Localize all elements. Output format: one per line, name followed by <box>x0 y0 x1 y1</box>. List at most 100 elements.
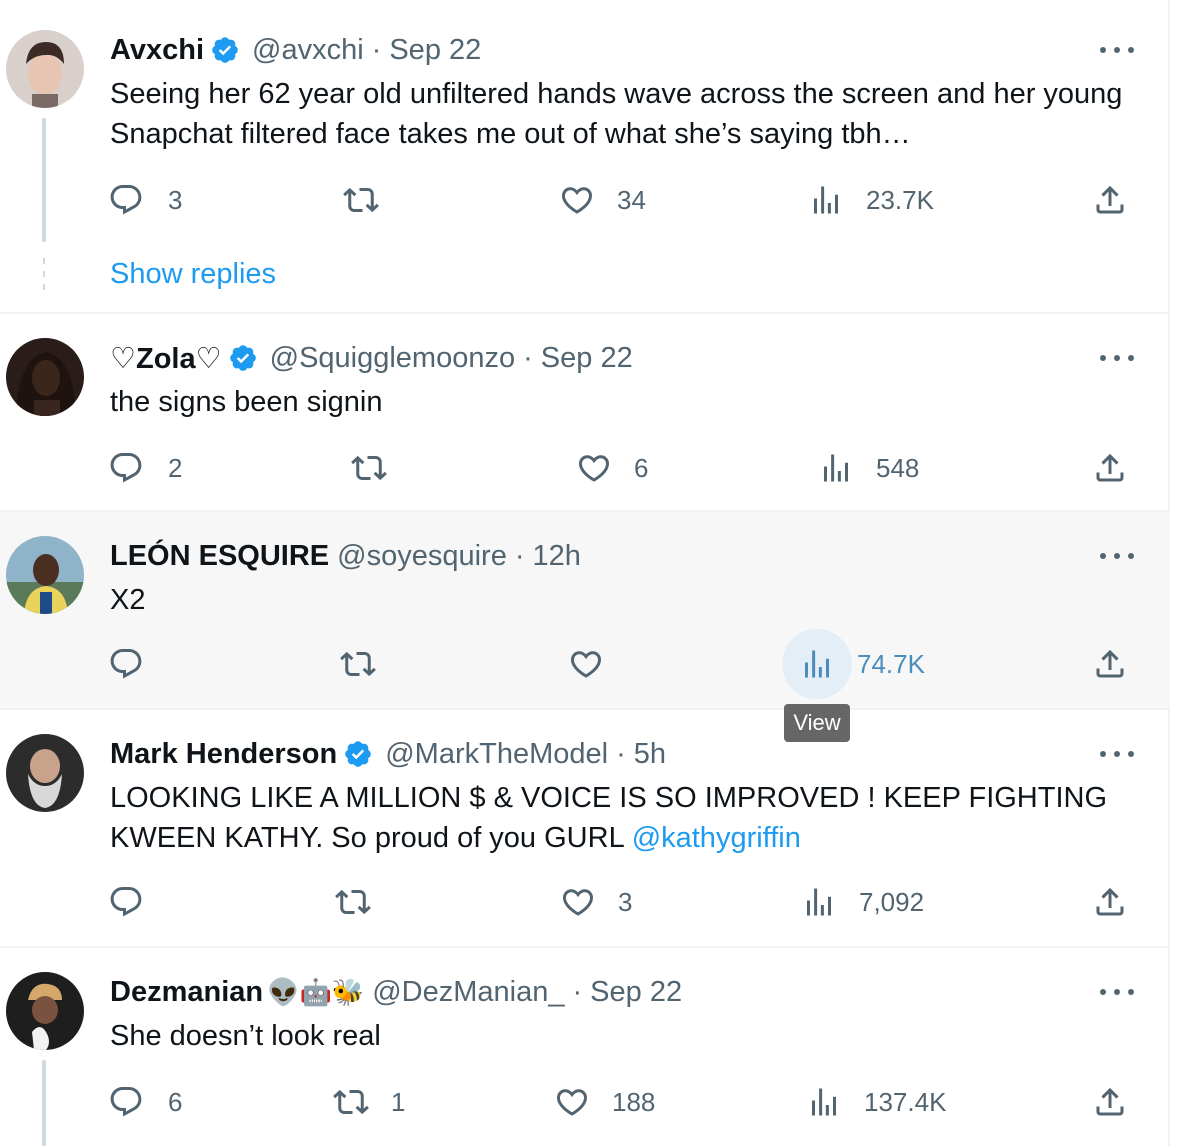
user-handle[interactable]: @avxchi <box>252 34 364 67</box>
more-icon[interactable] <box>1100 40 1134 60</box>
avatar[interactable] <box>6 536 84 614</box>
like-button[interactable]: 3 <box>560 880 632 924</box>
reply-button[interactable]: 2 <box>108 446 182 490</box>
avatar[interactable] <box>6 30 84 108</box>
timestamp[interactable]: Sep 22 <box>389 34 481 67</box>
retweet-icon <box>333 1084 369 1120</box>
display-name[interactable]: Avxchi <box>110 34 204 67</box>
tweet-header: Dezmanian 👽🤖🐝 @DezManian_ · Sep 22 <box>110 972 682 1012</box>
views-count: 548 <box>876 452 920 483</box>
tweet-dezmanian[interactable]: Dezmanian 👽🤖🐝 @DezManian_ · Sep 22 She d… <box>0 948 1170 1146</box>
tweet-text: Seeing her 62 year old unfiltered hands … <box>110 78 1123 150</box>
like-icon <box>559 182 595 218</box>
retweet-button[interactable] <box>351 446 387 490</box>
views-tooltip: View <box>784 704 850 742</box>
thread-line <box>42 1060 46 1146</box>
views-button[interactable]: 548 <box>818 446 919 490</box>
mention-link[interactable]: @kathygriffin <box>632 822 801 854</box>
reply-count: 2 <box>168 452 183 483</box>
views-button[interactable]: 7,092 <box>801 880 924 924</box>
display-name[interactable]: Mark Henderson <box>110 738 337 771</box>
share-icon <box>1092 646 1128 682</box>
more-icon[interactable] <box>1100 982 1134 1002</box>
share-button[interactable] <box>1092 642 1128 686</box>
tweet-avxchi[interactable]: Avxchi @avxchi · Sep 22 Seeing her 62 ye… <box>0 0 1170 314</box>
reply-button[interactable]: 3 <box>108 178 182 222</box>
display-name[interactable]: LEÓN ESQUIRE <box>110 540 329 573</box>
tweet-text: LOOKING LIKE A MILLION $ & VOICE IS SO I… <box>110 778 1130 858</box>
views-count: 23.7K <box>866 184 934 215</box>
views-icon <box>801 884 837 920</box>
thread-dots <box>43 258 45 297</box>
tweet-body: LOOKING LIKE A MILLION $ & VOICE IS SO I… <box>110 782 1108 854</box>
views-icon <box>806 1084 842 1120</box>
separator: · <box>616 737 626 770</box>
tweet-header: ♡Zola♡ @Squigglemoonzo · Sep 22 <box>110 338 633 378</box>
thread-line <box>42 118 46 242</box>
share-button[interactable] <box>1092 1080 1128 1124</box>
tweet-text: the signs been signin <box>110 386 383 418</box>
user-handle[interactable]: @Squigglemoonzo <box>270 342 515 375</box>
like-count: 3 <box>618 886 633 917</box>
verified-badge-icon <box>210 35 240 65</box>
views-count: 74.7K <box>857 648 925 679</box>
retweet-button[interactable] <box>340 642 376 686</box>
like-button[interactable] <box>568 642 604 686</box>
show-replies-link[interactable]: Show replies <box>110 258 276 291</box>
more-icon[interactable] <box>1100 546 1134 566</box>
more-icon[interactable] <box>1100 348 1134 368</box>
timestamp[interactable]: Sep 22 <box>541 342 633 375</box>
avatar[interactable] <box>6 734 84 812</box>
tweet-text: She doesn’t look real <box>110 1020 381 1052</box>
more-icon[interactable] <box>1100 744 1134 764</box>
tweet-mark-henderson[interactable]: Mark Henderson @MarkTheModel · 5h LOOKIN… <box>0 710 1170 948</box>
separator: · <box>572 975 583 1008</box>
reply-button[interactable] <box>108 880 144 924</box>
share-button[interactable] <box>1092 446 1128 490</box>
like-button[interactable]: 6 <box>576 446 648 490</box>
separator: · <box>514 539 525 572</box>
share-icon <box>1092 182 1128 218</box>
reply-icon <box>108 450 144 486</box>
reply-feed: Avxchi @avxchi · Sep 22 Seeing her 62 ye… <box>0 0 1170 1146</box>
verified-badge-icon <box>228 343 258 373</box>
avatar[interactable] <box>6 338 84 416</box>
tweet-header: Mark Henderson @MarkTheModel · 5h <box>110 734 666 774</box>
reply-count: 3 <box>168 184 183 215</box>
timestamp[interactable]: 12h <box>533 540 581 573</box>
user-handle[interactable]: @MarkTheModel <box>385 738 608 771</box>
timestamp[interactable]: Sep 22 <box>590 976 682 1009</box>
like-button[interactable]: 188 <box>554 1080 655 1124</box>
display-name[interactable]: Dezmanian <box>110 976 263 1009</box>
avatar[interactable] <box>6 972 84 1050</box>
reply-button[interactable]: 6 <box>108 1080 182 1124</box>
views-button[interactable]: 137.4K <box>806 1080 946 1124</box>
views-button[interactable]: 74.7K <box>799 642 925 686</box>
separator: · <box>523 341 533 374</box>
like-icon <box>554 1084 590 1120</box>
reply-button[interactable] <box>108 642 144 686</box>
reply-icon <box>108 182 144 218</box>
retweet-count: 1 <box>391 1086 406 1117</box>
share-button[interactable] <box>1092 178 1128 222</box>
views-icon <box>799 646 835 682</box>
user-handle[interactable]: @DezManian_ <box>372 976 564 1009</box>
like-count: 188 <box>612 1086 656 1117</box>
retweet-button[interactable] <box>335 880 371 924</box>
tweet-zola[interactable]: ♡Zola♡ @Squigglemoonzo · Sep 22 the sign… <box>0 314 1170 512</box>
user-handle[interactable]: @soyesquire <box>337 540 507 573</box>
tweet-leon-esquire[interactable]: LEÓN ESQUIRE @soyesquire · 12h X2 74.7K <box>0 512 1170 710</box>
retweet-button[interactable]: 1 <box>333 1080 405 1124</box>
retweet-icon <box>335 884 371 920</box>
reply-count: 6 <box>168 1086 183 1117</box>
views-icon <box>808 182 844 218</box>
views-button[interactable]: 23.7K <box>808 178 934 222</box>
share-button[interactable] <box>1092 880 1128 924</box>
views-count: 137.4K <box>864 1086 947 1117</box>
retweet-button[interactable] <box>343 178 379 222</box>
display-name[interactable]: ♡Zola♡ <box>110 341 222 376</box>
retweet-icon <box>351 450 387 486</box>
like-button[interactable]: 34 <box>559 178 646 222</box>
timestamp[interactable]: 5h <box>634 738 666 771</box>
retweet-icon <box>343 182 379 218</box>
